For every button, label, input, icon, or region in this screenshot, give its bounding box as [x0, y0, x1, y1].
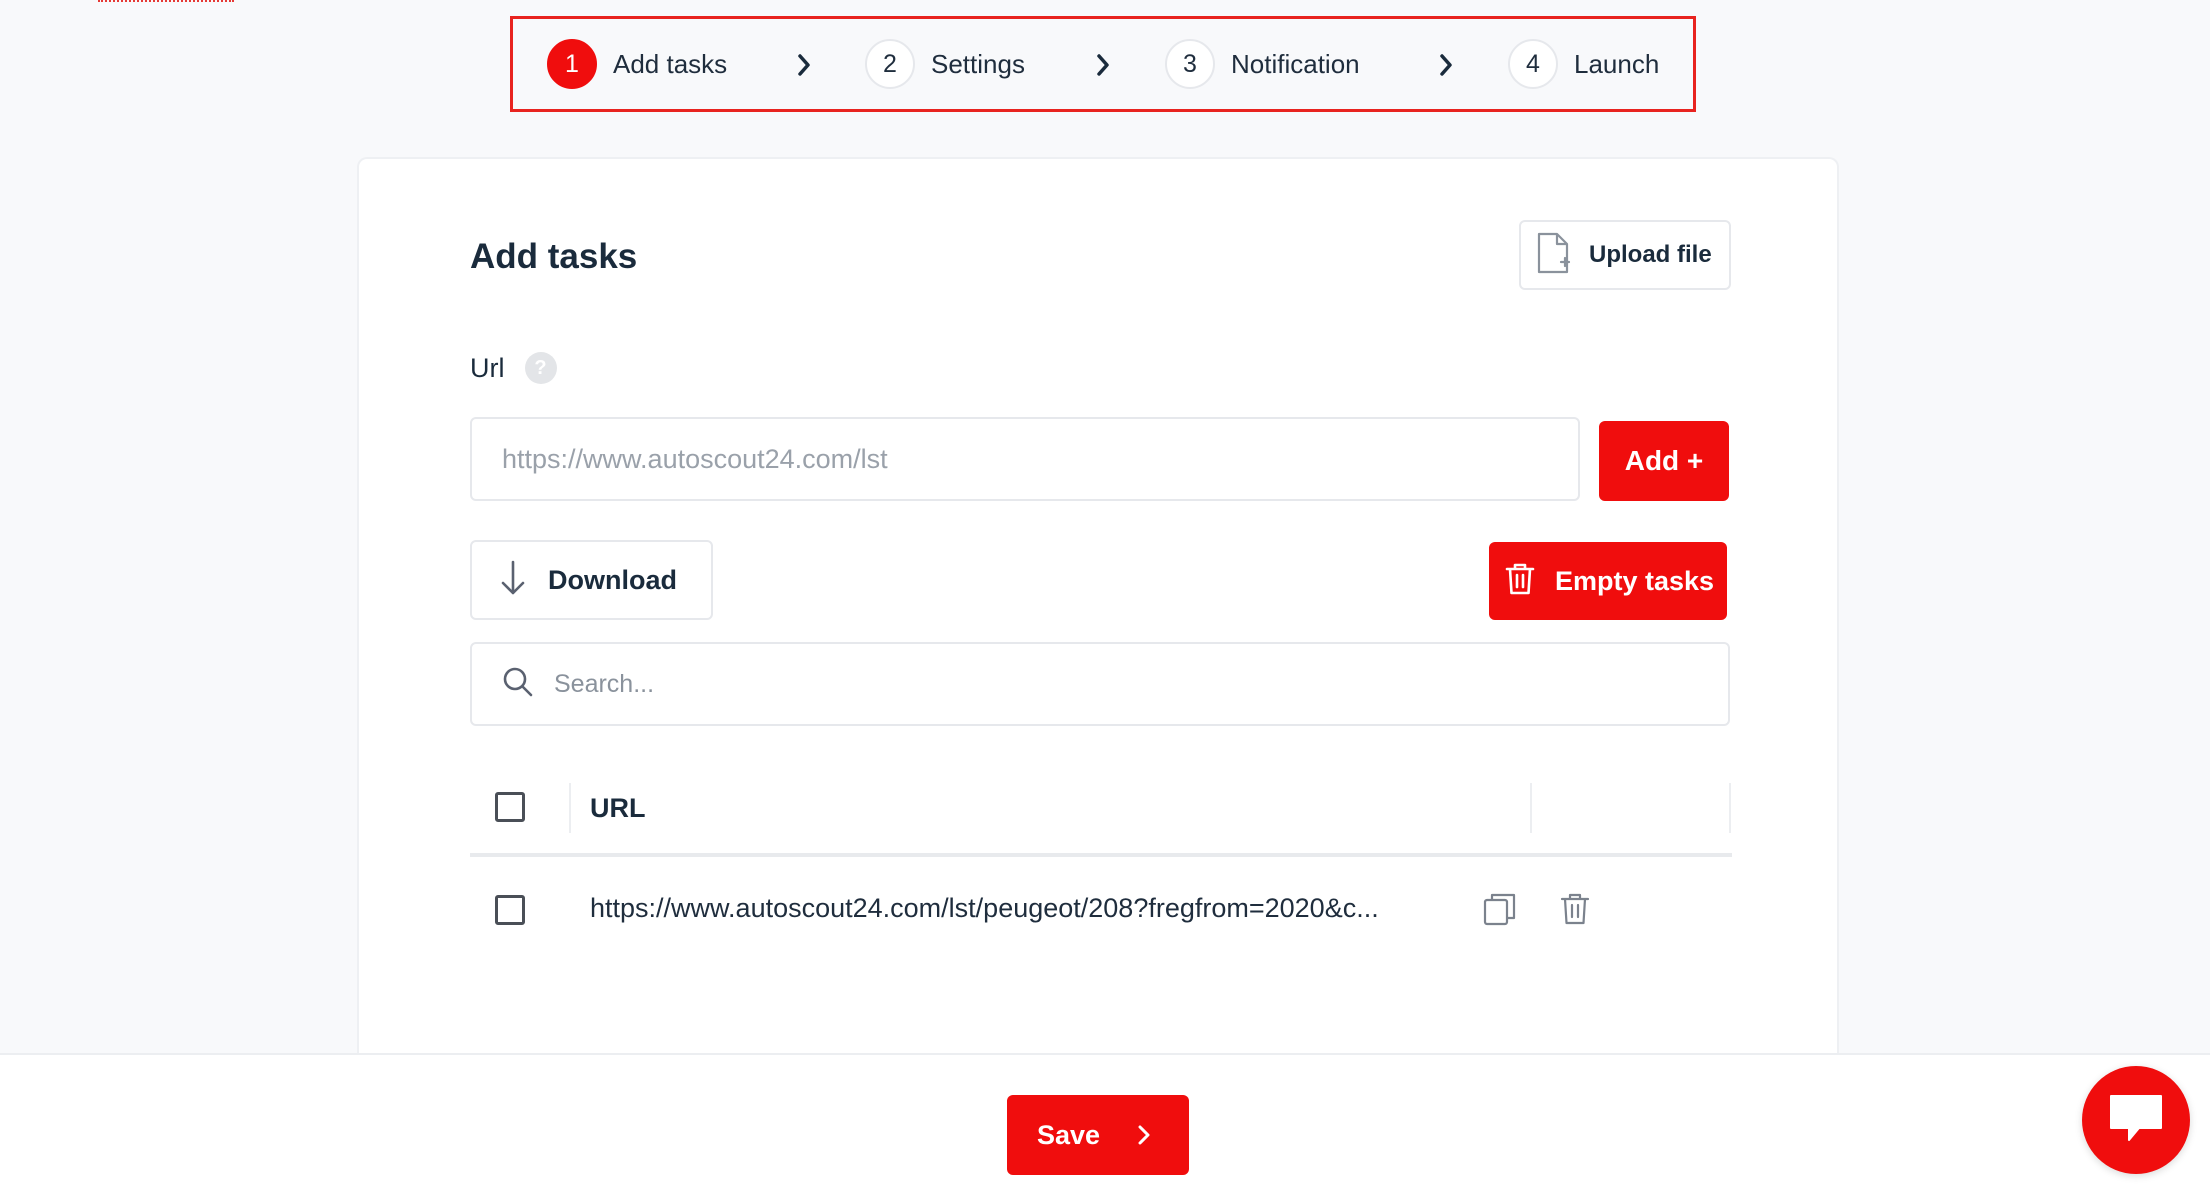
- step-number: 2: [865, 39, 915, 89]
- column-divider: [1729, 783, 1731, 833]
- column-divider: [569, 783, 571, 833]
- url-label-text: Url: [470, 352, 505, 383]
- stepper: 1 Add tasks 2 Settings 3 Notification 4 …: [510, 16, 1696, 112]
- help-icon[interactable]: ?: [524, 352, 557, 384]
- chevron-right-icon: [1431, 45, 1461, 85]
- bottom-action-bar: Save: [0, 1053, 2210, 1204]
- row-url: https://www.autoscout24.com/lst/peugeot/…: [590, 893, 1379, 923]
- url-label: Url ?: [470, 352, 557, 384]
- download-label: Download: [548, 564, 677, 595]
- select-all-checkbox[interactable]: [495, 792, 525, 822]
- column-divider: [1530, 783, 1532, 833]
- step-launch[interactable]: 4 Launch: [1508, 37, 1659, 91]
- chevron-right-icon: [1138, 1125, 1150, 1145]
- chat-widget-button[interactable]: [2082, 1066, 2190, 1174]
- step-number: 3: [1165, 39, 1215, 89]
- step-notification[interactable]: 3 Notification: [1165, 37, 1360, 91]
- empty-tasks-label: Empty tasks: [1555, 565, 1715, 596]
- download-button[interactable]: Download: [470, 540, 713, 620]
- empty-tasks-button[interactable]: Empty tasks: [1489, 542, 1727, 620]
- step-number: 1: [547, 39, 597, 89]
- url-input[interactable]: [470, 417, 1580, 501]
- file-plus-icon: [1535, 232, 1571, 279]
- save-label: Save: [1037, 1119, 1101, 1150]
- upload-file-button[interactable]: Upload file: [1519, 220, 1731, 290]
- search-box[interactable]: [470, 642, 1730, 726]
- trash-icon: [1505, 562, 1535, 601]
- add-tasks-card: Add tasks Upload file Url ? Add + Downlo…: [357, 157, 1839, 1057]
- chevron-right-icon: [1088, 45, 1118, 85]
- page-title: Add tasks: [470, 237, 638, 276]
- chevron-right-icon: [789, 45, 819, 85]
- add-button[interactable]: Add +: [1599, 421, 1729, 501]
- table-row: https://www.autoscout24.com/lst/peugeot/…: [470, 861, 1732, 961]
- step-label: Launch: [1574, 48, 1660, 79]
- chat-icon: [2105, 1092, 2167, 1149]
- step-number: 4: [1508, 39, 1558, 89]
- top-dotted-line: [98, 0, 234, 2]
- column-header-url: URL: [590, 793, 646, 823]
- arrow-down-icon: [500, 560, 526, 601]
- step-label: Settings: [931, 48, 1025, 79]
- step-settings[interactable]: 2 Settings: [865, 37, 1025, 91]
- step-add-tasks[interactable]: 1 Add tasks: [547, 37, 727, 91]
- delete-row-icon[interactable]: [1555, 889, 1595, 929]
- table-header: URL: [470, 771, 1732, 857]
- step-label: Notification: [1231, 48, 1360, 79]
- row-checkbox[interactable]: [495, 895, 525, 925]
- search-icon: [502, 666, 534, 703]
- step-label: Add tasks: [613, 48, 728, 79]
- copy-icon[interactable]: [1480, 889, 1520, 929]
- search-input[interactable]: [554, 669, 1654, 699]
- upload-file-label: Upload file: [1589, 241, 1712, 268]
- save-button[interactable]: Save: [1007, 1095, 1189, 1175]
